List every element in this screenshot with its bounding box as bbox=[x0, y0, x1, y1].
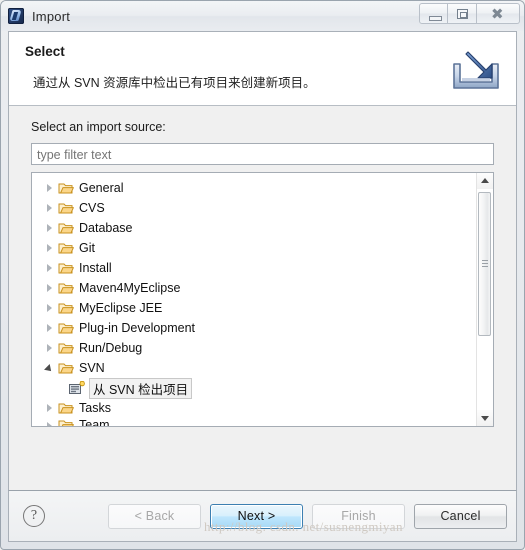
tree-item-database[interactable]: Database bbox=[32, 218, 476, 238]
folder-icon bbox=[58, 243, 74, 254]
chevron-right-icon[interactable] bbox=[42, 300, 58, 316]
tree-item-general[interactable]: General bbox=[32, 178, 476, 198]
folder-icon bbox=[58, 420, 74, 426]
scrollbar-grip-icon bbox=[482, 260, 488, 268]
page-description: 通过从 SVN 资源库中检出已有项目来创建新项目。 bbox=[33, 76, 316, 90]
tree-item-git[interactable]: Git bbox=[32, 238, 476, 258]
chevron-right-icon[interactable] bbox=[42, 400, 58, 416]
scroll-up-icon[interactable] bbox=[477, 173, 493, 189]
myeclipse-icon bbox=[8, 8, 24, 24]
tree-item-label: Maven4MyEclipse bbox=[79, 280, 181, 295]
tree-item-label: Install bbox=[79, 260, 112, 275]
help-button[interactable]: ? bbox=[23, 505, 45, 527]
page-title: Select bbox=[25, 44, 65, 59]
tree-item-label: Run/Debug bbox=[79, 340, 143, 355]
tree-item-label: Database bbox=[79, 220, 133, 235]
tree-item-team[interactable]: Team bbox=[32, 418, 476, 426]
folder-icon bbox=[58, 203, 74, 214]
tree-item-label: SVN bbox=[79, 360, 105, 375]
title-bar[interactable]: Import ✖ bbox=[1, 1, 524, 31]
chevron-right-icon[interactable] bbox=[42, 340, 58, 356]
content-area: Select an import source: General bbox=[9, 106, 516, 490]
folder-icon bbox=[58, 323, 74, 334]
tree-item-label: General bbox=[79, 180, 124, 195]
filter-input[interactable] bbox=[31, 143, 494, 165]
folder-icon bbox=[58, 223, 74, 234]
tree-item-label: Team bbox=[79, 418, 110, 426]
tree-item-label: Git bbox=[79, 240, 95, 255]
import-source-tree[interactable]: General CVS Database Git Install Maven4M… bbox=[31, 172, 494, 427]
minimize-icon bbox=[429, 16, 442, 21]
dialog-footer: ? < Back Next > Finish Cancel http://blo… bbox=[8, 490, 517, 542]
tree-item-label: CVS bbox=[79, 200, 105, 215]
folder-icon bbox=[58, 263, 74, 274]
tree-item-run-debug[interactable]: Run/Debug bbox=[32, 338, 476, 358]
chevron-right-icon[interactable] bbox=[42, 180, 58, 196]
tree-item-maven4myeclipse[interactable]: Maven4MyEclipse bbox=[32, 278, 476, 298]
chevron-right-icon[interactable] bbox=[42, 418, 58, 426]
window-title: Import bbox=[32, 8, 71, 24]
chevron-right-icon[interactable] bbox=[42, 240, 58, 256]
wizard-banner: Select 通过从 SVN 资源库中检出已有项目来创建新项目。 bbox=[9, 32, 516, 106]
tree-item-myeclipse-jee[interactable]: MyEclipse JEE bbox=[32, 298, 476, 318]
tree-item-label: Plug-in Development bbox=[79, 320, 196, 335]
tree-item-label: Tasks bbox=[79, 400, 111, 415]
folder-icon bbox=[58, 183, 74, 194]
close-button[interactable]: ✖ bbox=[477, 3, 520, 24]
tree-item-install[interactable]: Install bbox=[32, 258, 476, 278]
import-dialog-window: Import ✖ Select 通过从 SVN 资源库中检出已有项目来创建新项目… bbox=[0, 0, 525, 550]
scroll-down-icon[interactable] bbox=[477, 410, 493, 426]
chevron-right-icon[interactable] bbox=[42, 260, 58, 276]
dialog-body: Select 通过从 SVN 资源库中检出已有项目来创建新项目。 Select … bbox=[8, 31, 517, 490]
folder-icon bbox=[58, 343, 74, 354]
banner-texts: Select 通过从 SVN 资源库中检出已有项目来创建新项目。 bbox=[25, 44, 502, 91]
tree-item-plug-in-development[interactable]: Plug-in Development bbox=[32, 318, 476, 338]
window-controls: ✖ bbox=[419, 3, 520, 25]
tree-item-cvs[interactable]: CVS bbox=[32, 198, 476, 218]
folder-icon bbox=[58, 283, 74, 294]
tree-item-label: 从 SVN 检出项目 bbox=[89, 377, 193, 399]
folder-icon bbox=[58, 403, 74, 414]
folder-icon bbox=[58, 363, 74, 374]
chevron-down-icon[interactable] bbox=[42, 360, 58, 376]
restore-icon bbox=[457, 9, 468, 19]
scrollbar-thumb[interactable] bbox=[478, 192, 491, 336]
chevron-right-icon[interactable] bbox=[42, 280, 58, 296]
tree-item-label: MyEclipse JEE bbox=[79, 300, 163, 315]
chevron-right-icon[interactable] bbox=[42, 200, 58, 216]
close-icon: ✖ bbox=[491, 5, 504, 23]
tree-vertical-scrollbar[interactable] bbox=[476, 173, 493, 426]
cancel-button[interactable]: Cancel bbox=[414, 503, 507, 529]
source-label: Select an import source: bbox=[31, 120, 166, 134]
watermark-text: http://blog. csdn. net/susnengmiyan bbox=[204, 519, 403, 534]
tree-item-tasks[interactable]: Tasks bbox=[32, 398, 476, 418]
folder-icon bbox=[58, 303, 74, 314]
chevron-right-icon[interactable] bbox=[42, 220, 58, 236]
maximize-button[interactable] bbox=[448, 3, 477, 24]
chevron-right-icon[interactable] bbox=[42, 320, 58, 336]
back-button[interactable]: < Back bbox=[108, 503, 201, 529]
svn-checkout-icon bbox=[69, 380, 85, 394]
tree-item-svn-checkout[interactable]: 从 SVN 检出项目 bbox=[32, 377, 476, 399]
import-arrow-icon bbox=[453, 51, 499, 89]
tree-item-svn[interactable]: SVN bbox=[32, 358, 476, 378]
tree-rows: General CVS Database Git Install Maven4M… bbox=[32, 173, 476, 426]
minimize-button[interactable] bbox=[419, 3, 448, 24]
